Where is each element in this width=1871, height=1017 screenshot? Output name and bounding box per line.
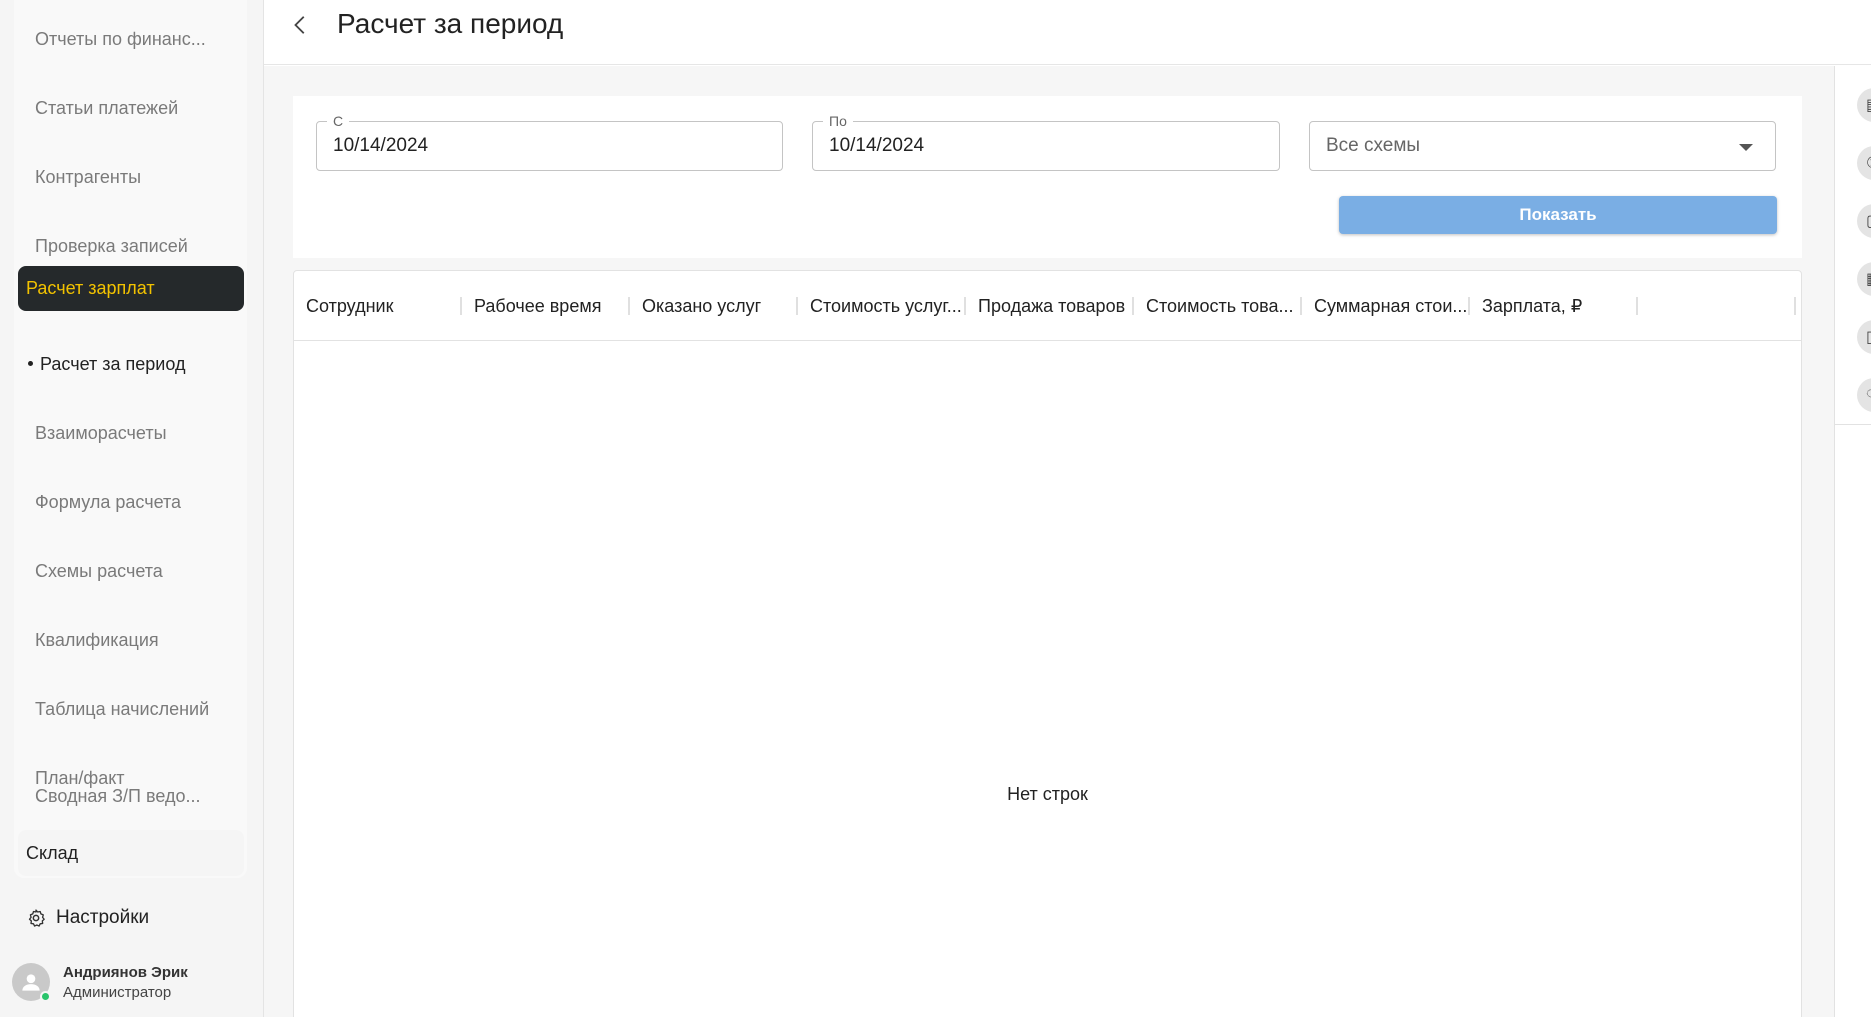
empty-state-text: Нет строк xyxy=(1007,784,1088,804)
app-root: Отчеты по финанс... Статьи платежей Конт… xyxy=(0,0,1871,1017)
user-profile[interactable]: Андриянов Эрик Администратор xyxy=(12,963,188,1002)
sidebar-item-summary-payroll[interactable]: Сводная З/П ведо... xyxy=(35,786,200,807)
sidebar-item-qualification[interactable]: Квалификация xyxy=(35,630,159,651)
settings-label: Настройки xyxy=(56,907,150,928)
sidebar-item-calc-schemes[interactable]: Схемы расчета xyxy=(35,561,163,582)
toolbar-icon-chat[interactable]: ▢ xyxy=(1857,204,1871,238)
sidebar-submenu: Отчеты по финанс... Статьи платежей Конт… xyxy=(14,0,247,878)
toolbar-icon-clipboard[interactable]: ◫ xyxy=(1857,320,1871,354)
column-header-total-cost[interactable]: Суммарная стои... xyxy=(1302,271,1469,341)
sidebar-item-contractors[interactable]: Контрагенты xyxy=(35,167,141,188)
sidebar-item-calc-formula[interactable]: Формула расчета xyxy=(35,492,181,513)
settings-link[interactable]: Настройки xyxy=(26,905,149,931)
column-header-services-rendered[interactable]: Оказано услуг xyxy=(630,271,797,341)
column-header-salary[interactable]: Зарплата, ₽ xyxy=(1470,271,1637,341)
gear-icon xyxy=(28,909,45,927)
chevron-down-icon xyxy=(1739,144,1753,151)
right-toolbar: ▤ ① ▢ ▦ ◫ ◌ xyxy=(1834,66,1871,1017)
toolbar-icon-calendar[interactable]: ▦ xyxy=(1857,262,1871,296)
column-header-work-time[interactable]: Рабочее время xyxy=(462,271,629,341)
sidebar-item-records-check[interactable]: Проверка записей xyxy=(35,236,188,257)
scheme-select-value: Все схемы xyxy=(1326,135,1421,156)
main-content: С 10/14/2024 По 10/14/2024 Все схемы Пок… xyxy=(264,66,1834,1017)
date-to-field[interactable]: По 10/14/2024 xyxy=(812,113,1280,171)
date-to-value: 10/14/2024 xyxy=(829,135,925,156)
bullet-icon xyxy=(28,360,33,366)
toolbar-icon-numbers[interactable]: ① xyxy=(1857,146,1871,180)
scheme-select[interactable]: Все схемы xyxy=(1309,121,1776,171)
grid-header: Сотрудник Рабочее время Оказано услуг Ст… xyxy=(294,271,1801,341)
column-header-goods-cost[interactable]: Стоимость това... xyxy=(1134,271,1301,341)
filter-panel: С 10/14/2024 По 10/14/2024 Все схемы Пок… xyxy=(293,96,1802,258)
sidebar-item-period-calc-label: Расчет за период xyxy=(40,354,186,374)
user-role: Администратор xyxy=(63,983,172,1001)
date-from-field[interactable]: С 10/14/2024 xyxy=(316,113,783,171)
column-header-services-cost[interactable]: Стоимость услуг... xyxy=(798,271,965,341)
page-header: Расчет за период xyxy=(264,0,1871,65)
avatar xyxy=(12,963,51,1002)
date-to-label: По xyxy=(823,113,853,129)
toolbar-icon-document[interactable]: ▤ xyxy=(1857,88,1871,122)
date-from-value: 10/14/2024 xyxy=(333,135,429,156)
column-header-employee[interactable]: Сотрудник xyxy=(294,271,461,341)
sidebar-item-settlements[interactable]: Взаиморасчеты xyxy=(35,423,167,444)
toolbar-icon-help[interactable]: ◌ xyxy=(1857,378,1871,412)
user-name: Андриянов Эрик xyxy=(63,963,188,981)
back-arrow-icon[interactable] xyxy=(290,14,312,36)
toolbar-divider xyxy=(1835,424,1871,425)
column-separator[interactable] xyxy=(1794,297,1796,315)
column-separator[interactable] xyxy=(1636,297,1638,315)
data-grid: Сотрудник Рабочее время Оказано услуг Ст… xyxy=(293,270,1802,1017)
sidebar-item-finance-reports[interactable]: Отчеты по финанс... xyxy=(35,29,206,50)
date-from-label: С xyxy=(327,113,350,129)
column-header-goods-sales[interactable]: Продажа товаров xyxy=(966,271,1133,341)
page-title: Расчет за период xyxy=(337,8,564,39)
sidebar-item-warehouse[interactable]: Склад xyxy=(18,830,244,876)
user-icon xyxy=(22,974,40,991)
sidebar-item-period-calc[interactable]: Расчет за период xyxy=(28,354,185,375)
sidebar-item-accruals-table[interactable]: Таблица начислений xyxy=(35,699,209,720)
online-status-icon xyxy=(40,991,51,1002)
sidebar-item-salary-calc[interactable]: Расчет зарплат xyxy=(18,266,244,311)
show-button[interactable]: Показать xyxy=(1339,196,1777,234)
sidebar-item-payment-articles[interactable]: Статьи платежей xyxy=(35,98,178,119)
